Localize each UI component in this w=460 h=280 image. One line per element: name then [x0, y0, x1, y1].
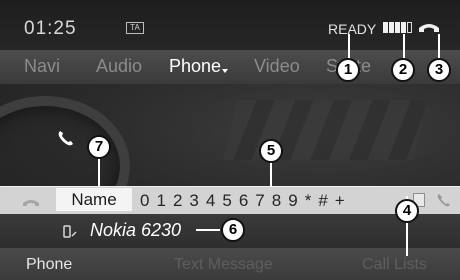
char-plus[interactable]: + — [335, 189, 345, 212]
comand-phone-screen: 01:25 TA READY Navi Audio Phone Video Sy… — [0, 0, 460, 280]
bottom-call-lists[interactable]: Call Lists — [362, 256, 427, 274]
phone-handset-icon — [418, 20, 440, 39]
traffic-announcement-icon: TA — [126, 22, 144, 34]
mobile-phone-icon — [62, 224, 78, 245]
callout-2: 2 — [391, 58, 415, 82]
device-name: Nokia 6230 — [90, 220, 182, 240]
signal-bar-empty — [407, 22, 412, 33]
number-input-bar: Name 0 1 2 3 4 5 6 7 8 9 * # + — [0, 186, 460, 215]
bottom-menu-bar: Phone Text Message Call Lists — [0, 248, 460, 280]
hang-up-icon[interactable] — [22, 194, 40, 212]
char-0[interactable]: 0 — [140, 189, 149, 212]
callout-4: 4 — [395, 199, 419, 223]
char-5[interactable]: 5 — [222, 189, 231, 212]
signal-bar — [383, 22, 388, 33]
menu-phone[interactable]: Phone — [169, 56, 229, 77]
callout-6: 6 — [221, 218, 245, 242]
char-8[interactable]: 8 — [272, 189, 281, 212]
signal-strength-icon — [383, 22, 412, 33]
signal-bar — [389, 22, 394, 33]
menu-audio[interactable]: Audio — [96, 56, 142, 77]
callout-leader — [270, 161, 272, 187]
clock: 01:25 — [24, 18, 77, 39]
char-star[interactable]: * — [305, 189, 312, 212]
background-keypad-graphic — [223, 100, 427, 160]
char-2[interactable]: 2 — [173, 189, 182, 212]
callout-leader — [98, 157, 100, 187]
menu-navi[interactable]: Navi — [24, 56, 60, 77]
bottom-text-message[interactable]: Text Message — [174, 256, 273, 274]
char-4[interactable]: 4 — [206, 189, 215, 212]
callout-leader — [438, 34, 440, 60]
char-9[interactable]: 9 — [288, 189, 297, 212]
callout-leader — [403, 34, 405, 60]
char-3[interactable]: 3 — [189, 189, 198, 212]
callout-1: 1 — [336, 58, 360, 82]
signal-bar — [395, 22, 400, 33]
callout-7: 7 — [87, 135, 111, 159]
callout-3: 3 — [427, 58, 451, 82]
ready-status: READY — [328, 21, 377, 37]
signal-bar — [401, 22, 406, 33]
callout-leader — [348, 34, 350, 60]
callout-leader — [196, 229, 220, 231]
call-icon[interactable] — [436, 192, 452, 213]
menu-video[interactable]: Video — [254, 56, 300, 77]
bottom-phone[interactable]: Phone — [26, 256, 72, 274]
phone-icon — [56, 128, 76, 153]
char-1[interactable]: 1 — [156, 189, 165, 212]
status-bar: 01:25 TA READY — [0, 0, 460, 50]
char-6[interactable]: 6 — [239, 189, 248, 212]
char-7[interactable]: 7 — [255, 189, 264, 212]
callout-5: 5 — [259, 139, 283, 163]
char-hash[interactable]: # — [318, 189, 327, 212]
name-search-button[interactable]: Name — [56, 188, 132, 211]
character-bar: 0 1 2 3 4 5 6 7 8 9 * # + — [140, 189, 345, 212]
